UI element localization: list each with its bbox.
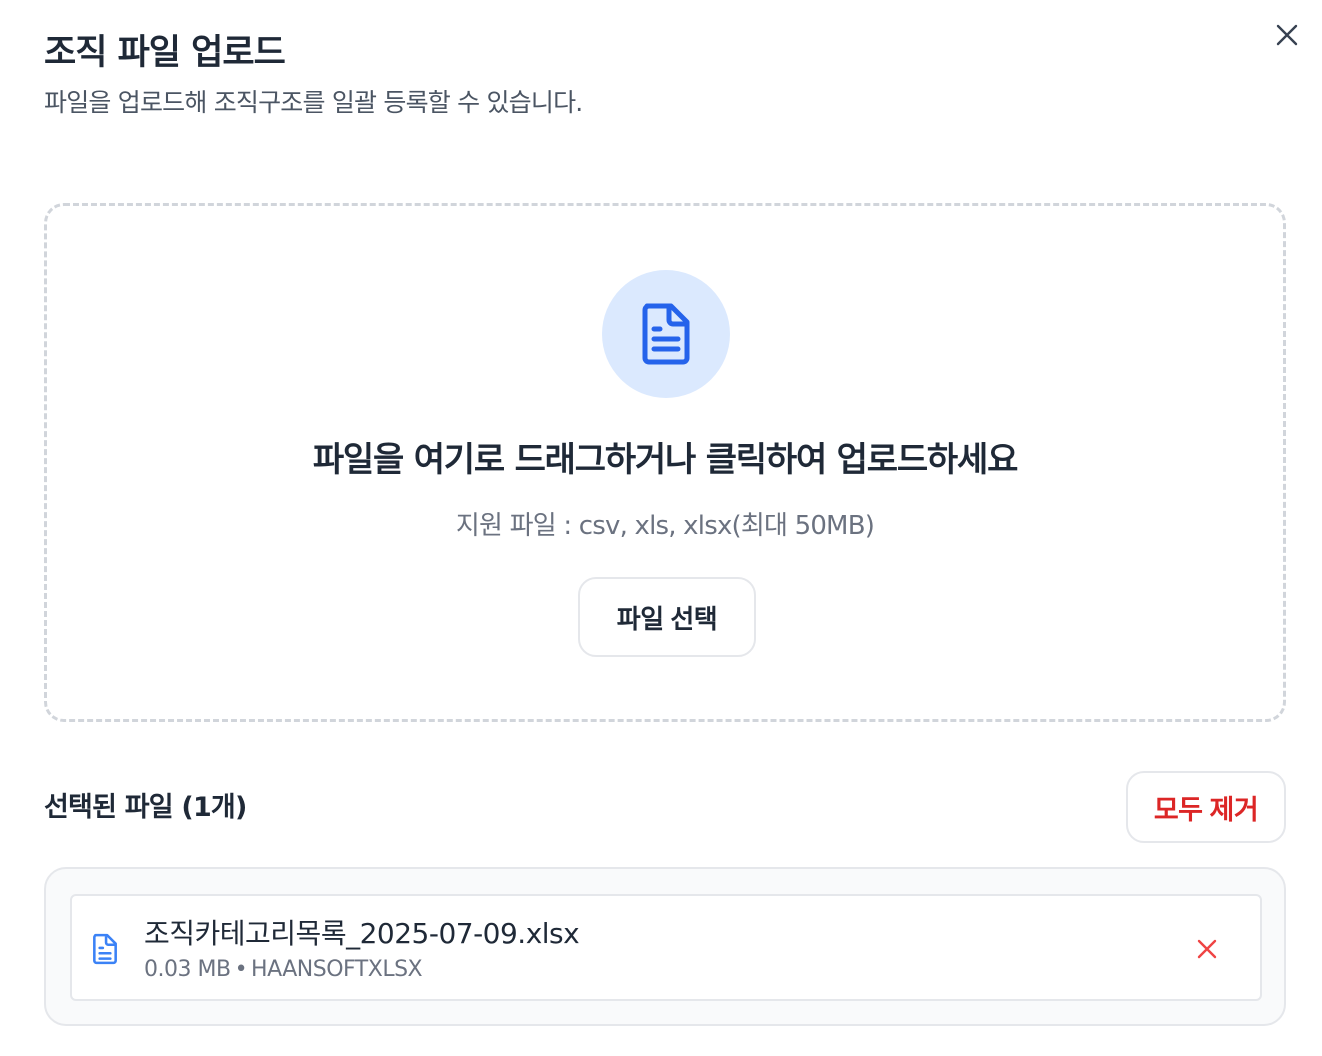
file-meta: 0.03 MB • HAANSOFTXLSX (144, 954, 423, 986)
dialog-title: 조직 파일 업로드 (44, 33, 286, 73)
close-icon (1276, 24, 1298, 46)
select-file-button[interactable]: 파일 선택 (578, 577, 756, 657)
file-text-icon (93, 933, 117, 965)
file-text-icon (642, 303, 690, 365)
upload-dialog: 조직 파일 업로드 파일을 업로드해 조직구조를 일괄 등록할 수 있습니다. … (0, 0, 1322, 1056)
file-type: HAANSOFTXLSX (251, 957, 423, 982)
selected-files-label: 선택된 파일 (1개) (44, 792, 247, 823)
dialog-subtitle: 파일을 업로드해 조직구조를 일괄 등록할 수 있습니다. (44, 88, 583, 117)
dropzone-heading: 파일을 여기로 드래그하거나 클릭하여 업로드하세요 (312, 440, 1019, 480)
selected-file-list: 조직카테고리목록_2025-07-09.xlsx 0.03 MB • HAANSOF… (44, 867, 1286, 1026)
close-button[interactable] (1270, 18, 1304, 52)
supported-files-hint: 지원 파일 : csv, xls, xlsx(최대 50MB) (455, 511, 875, 541)
remove-file-button[interactable] (1192, 934, 1222, 964)
file-size: 0.03 MB (144, 957, 231, 982)
list-item: 조직카테고리목록_2025-07-09.xlsx 0.03 MB • HAANSOF… (70, 894, 1262, 1001)
file-name: 조직카테고리목록_2025-07-09.xlsx (144, 917, 580, 950)
remove-all-button[interactable]: 모두 제거 (1126, 771, 1286, 843)
close-icon (1197, 939, 1217, 959)
file-dropzone[interactable]: 파일을 여기로 드래그하거나 클릭하여 업로드하세요 지원 파일 : csv, … (44, 203, 1286, 722)
meta-separator: • (234, 957, 248, 982)
file-icon-badge (602, 270, 730, 398)
